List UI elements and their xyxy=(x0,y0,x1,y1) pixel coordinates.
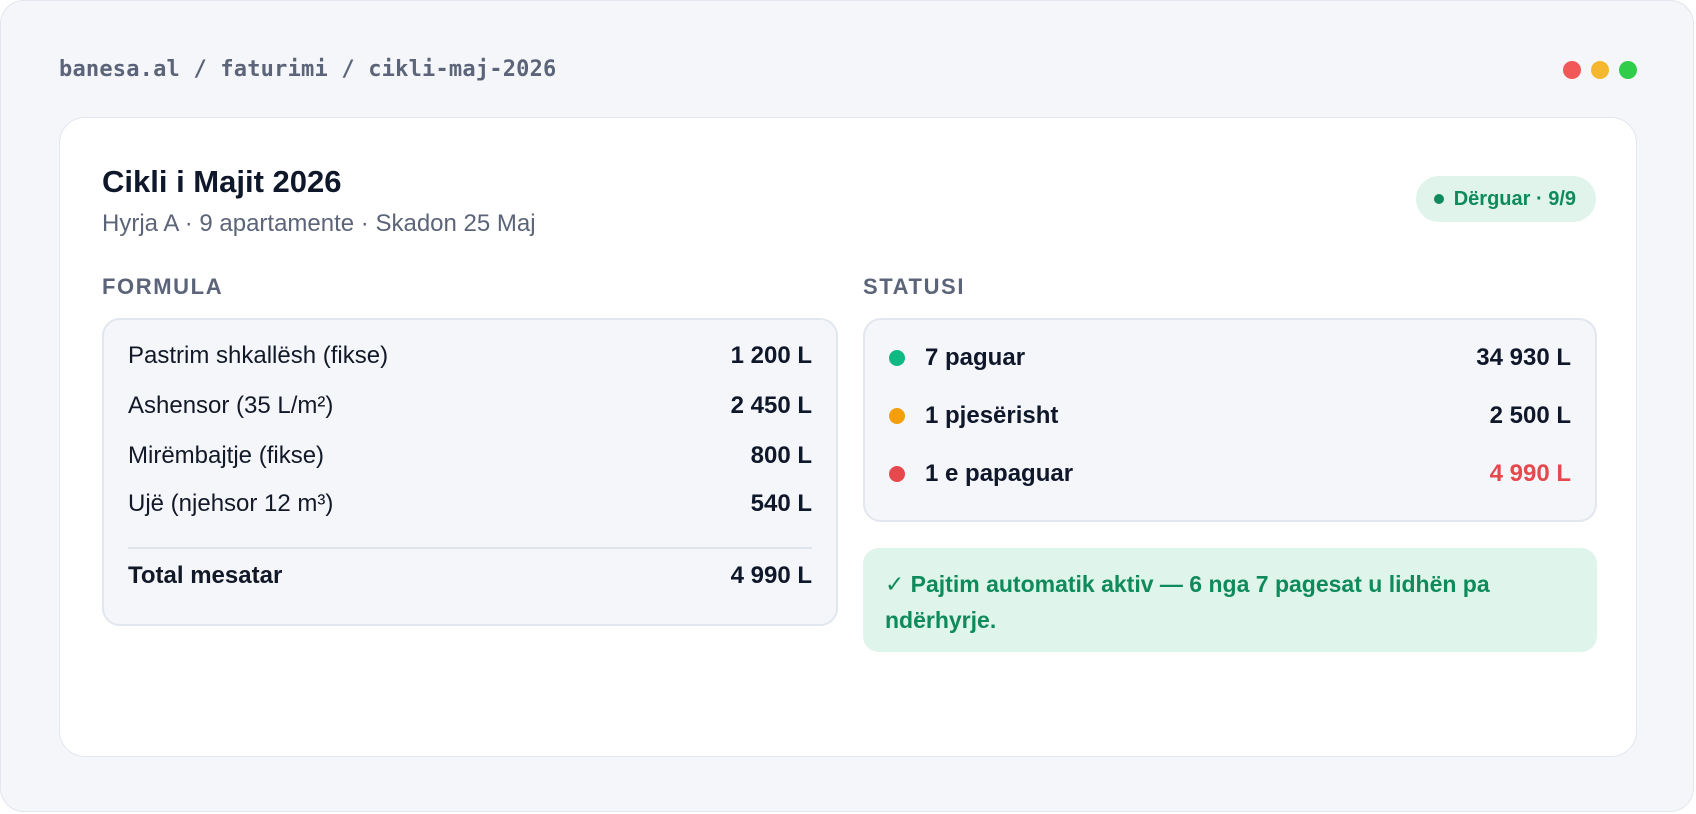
window-controls xyxy=(1563,61,1637,79)
formula-total-row: Total mesatar 4 990 L xyxy=(128,562,812,590)
formula-row-label: Ujë (njehsor 12 m³) xyxy=(128,490,334,517)
status-row-value: 4 990 L xyxy=(1489,460,1571,487)
partial-status-dot-icon xyxy=(889,408,905,424)
status-row-unpaid: 1 e papaguar 4 990 L xyxy=(889,460,1571,488)
unpaid-status-dot-icon xyxy=(889,466,905,482)
formula-row: Ujë (njehsor 12 m³) 540 L xyxy=(128,490,812,518)
minimize-window-button[interactable] xyxy=(1591,61,1609,79)
formula-total-value: 4 990 L xyxy=(730,562,812,589)
formula-row-label: Ashensor (35 L/m²) xyxy=(128,392,334,419)
formula-panel: Pastrim shkallësh (fikse) 1 200 L Ashens… xyxy=(102,318,838,626)
formula-total-label: Total mesatar xyxy=(128,562,283,589)
formula-row: Pastrim shkallësh (fikse) 1 200 L xyxy=(128,342,812,370)
status-section-label: STATUSI xyxy=(863,274,966,299)
status-row-label: 1 pjesërisht xyxy=(925,402,1059,429)
formula-row: Ashensor (35 L/m²) 2 450 L xyxy=(128,392,812,420)
formula-divider xyxy=(128,547,812,549)
status-row-value: 2 500 L xyxy=(1489,402,1571,429)
formula-row-value: 540 L xyxy=(750,490,812,517)
formula-row-label: Pastrim shkallësh (fikse) xyxy=(128,342,389,369)
paid-status-dot-icon xyxy=(889,350,905,366)
status-dot-icon xyxy=(1433,194,1444,204)
status-panel: 7 paguar 34 930 L 1 pjesërisht 2 500 L 1… xyxy=(863,318,1597,522)
status-row-paid: 7 paguar 34 930 L xyxy=(889,344,1571,372)
billing-cycle-card: Cikli i Majit 2026 Hyrja A · 9 apartamen… xyxy=(59,117,1637,757)
status-row-partial: 1 pjesërisht 2 500 L xyxy=(889,402,1571,430)
status-row-label: 1 e papaguar xyxy=(925,460,1074,487)
status-badge: Dërguar · 9/9 xyxy=(1415,176,1596,222)
formula-row-value: 1 200 L xyxy=(730,342,812,369)
breadcrumb: banesa.al / faturimi / cikli-maj-2026 xyxy=(59,57,557,82)
formula-row-value: 2 450 L xyxy=(730,392,812,419)
formula-row-label: Mirëmbajtje (fikse) xyxy=(128,442,325,469)
status-row-value: 34 930 L xyxy=(1476,344,1571,371)
formula-row-value: 800 L xyxy=(750,442,812,469)
status-row-label: 7 paguar xyxy=(925,344,1026,371)
browser-window: banesa.al / faturimi / cikli-maj-2026 Ci… xyxy=(0,0,1694,812)
formula-row: Mirëmbajtje (fikse) 800 L xyxy=(128,442,812,470)
maximize-window-button[interactable] xyxy=(1619,61,1637,79)
status-badge-label: Dërguar · 9/9 xyxy=(1453,187,1576,210)
reconciliation-notice: ✓ Pajtim automatik aktiv — 6 nga 7 pages… xyxy=(863,548,1597,652)
page-title: Cikli i Majit 2026 xyxy=(102,164,342,199)
close-window-button[interactable] xyxy=(1563,61,1581,79)
formula-section-label: FORMULA xyxy=(102,274,224,299)
page-subtitle: Hyrja A · 9 apartamente · Skadon 25 Maj xyxy=(102,210,536,237)
